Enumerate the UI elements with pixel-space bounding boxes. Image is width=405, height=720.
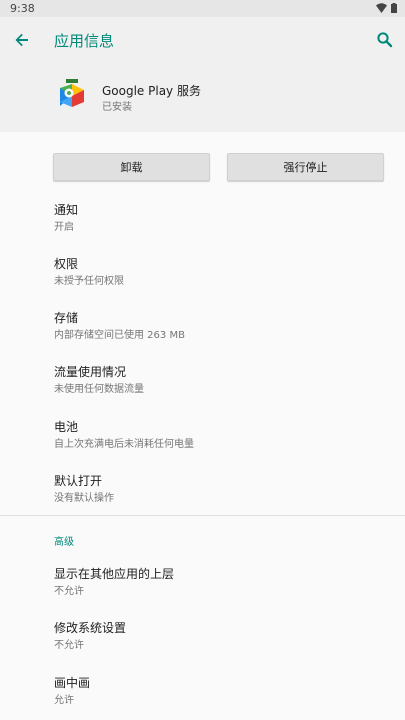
wifi-icon [376, 3, 387, 13]
app-header: Google Play 服务 已安装 [0, 62, 405, 132]
settings-item-storage[interactable]: 存储 内部存储空间已使用 263 MB [54, 309, 384, 349]
settings-item-permissions[interactable]: 权限 未授予任何权限 [54, 255, 384, 295]
uninstall-button[interactable]: 卸载 [53, 153, 210, 181]
settings-item-summary: 自上次充满电后未消耗任何电量 [54, 439, 194, 450]
settings-item-title: 显示在其他应用的上层 [54, 567, 175, 581]
settings-item-summary: 允许 [54, 695, 74, 706]
settings-item-summary: 内部存储空间已使用 263 MB [54, 330, 185, 341]
settings-item-title: 修改系统设置 [54, 621, 127, 635]
settings-item-title: 画中画 [54, 676, 91, 690]
settings-item-title: 权限 [54, 257, 79, 271]
settings-item-title: 电池 [54, 420, 79, 434]
settings-item-summary: 开启 [54, 222, 74, 233]
settings-item-open-by-default[interactable]: 默认打开 没有默认操作 [54, 472, 384, 512]
search-icon[interactable] [375, 30, 395, 50]
page-title: 应用信息 [54, 32, 115, 50]
settings-item-battery[interactable]: 电池 自上次充满电后未消耗任何电量 [54, 418, 384, 458]
settings-item-notifications[interactable]: 通知 开启 [54, 201, 384, 241]
settings-item-picture-in-picture[interactable]: 画中画 允许 [54, 674, 384, 714]
settings-item-summary: 不允许 [54, 640, 84, 651]
app-name: Google Play 服务 [102, 84, 201, 98]
settings-item-title: 存储 [54, 311, 79, 325]
settings-item-title: 默认打开 [54, 474, 103, 488]
settings-item-summary: 未授予任何权限 [54, 276, 124, 287]
status-icons [376, 3, 397, 13]
settings-item-display-over-apps[interactable]: 显示在其他应用的上层 不允许 [54, 565, 384, 605]
settings-item-summary: 未使用任何数据流量 [54, 384, 144, 395]
settings-item-title: 通知 [54, 203, 79, 217]
google-play-services-icon [58, 78, 86, 108]
settings-item-title: 流量使用情况 [54, 365, 127, 379]
settings-item-data-usage[interactable]: 流量使用情况 未使用任何数据流量 [54, 363, 384, 403]
settings-item-summary: 没有默认操作 [54, 493, 114, 504]
battery-icon [391, 3, 397, 13]
app-bar: 应用信息 [0, 17, 405, 62]
settings-item-summary: 不允许 [54, 586, 84, 597]
status-bar: 9:38 [0, 0, 405, 17]
advanced-section-label: 高级 [54, 537, 74, 548]
arrow-back-icon[interactable] [12, 30, 32, 50]
section-divider [0, 515, 405, 516]
app-install-status: 已安装 [102, 102, 132, 113]
status-time: 9:38 [10, 2, 35, 15]
force-stop-button[interactable]: 强行停止 [227, 153, 384, 181]
settings-item-modify-system-settings[interactable]: 修改系统设置 不允许 [54, 619, 384, 659]
